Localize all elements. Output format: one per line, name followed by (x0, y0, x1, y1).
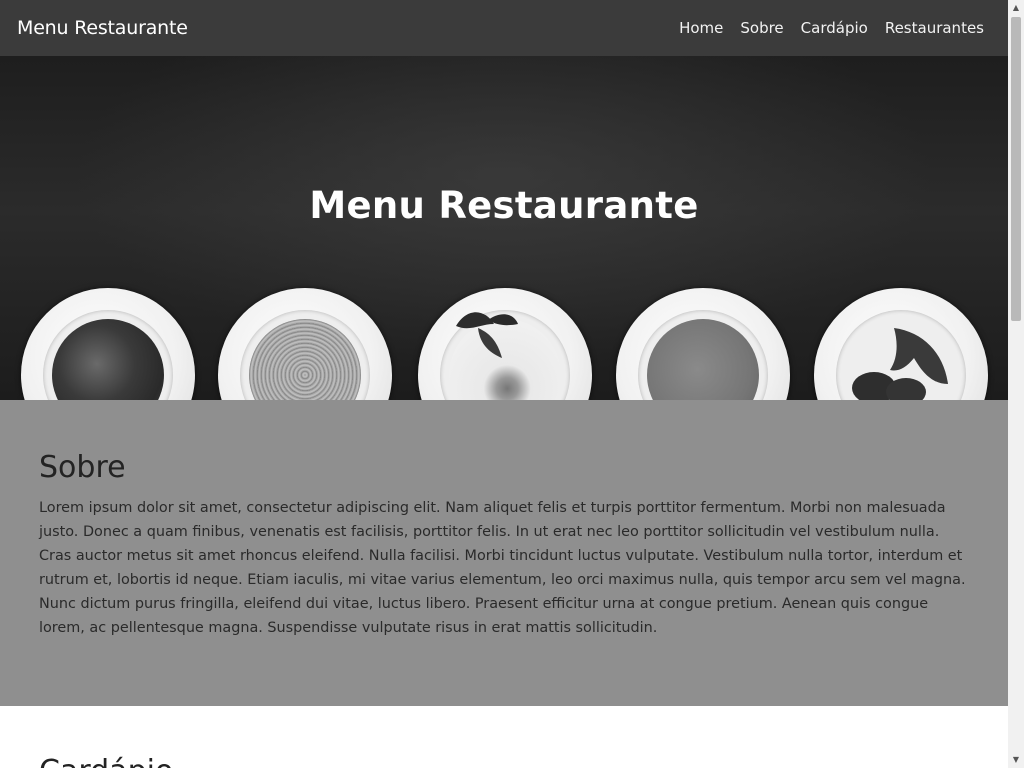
cream-soup-plate-image (616, 288, 790, 400)
croissant-icon (852, 328, 948, 400)
menu-section: Cardápio (0, 706, 1008, 768)
scroll-down-arrow-icon[interactable]: ▼ (1008, 752, 1024, 768)
nav-link-restaurantes[interactable]: Restaurantes (885, 19, 984, 37)
scroll-up-arrow-icon[interactable]: ▲ (1008, 0, 1024, 16)
hero-banner: Menu Restaurante (0, 56, 1008, 400)
nav-link-cardapio[interactable]: Cardápio (801, 19, 868, 37)
herb-garnish-icon (456, 312, 518, 358)
soup-plate-image (21, 288, 195, 400)
egg-herb-plate-image (418, 288, 592, 400)
about-heading: Sobre (39, 450, 126, 485)
nav-link-home[interactable]: Home (679, 19, 723, 37)
brand-link[interactable]: Menu Restaurante (17, 17, 188, 39)
pasta-plate-image (218, 288, 392, 400)
scroll-thumb[interactable] (1011, 17, 1021, 321)
hero-plates (0, 56, 1008, 400)
nav-links: Home Sobre Cardápio Restaurantes (679, 19, 984, 37)
page: Menu Restaurante Home Sobre Cardápio Res… (0, 0, 1008, 768)
croissant-plate-image (814, 288, 988, 400)
vertical-scrollbar[interactable]: ▲ ▼ (1008, 0, 1024, 768)
nav-link-sobre[interactable]: Sobre (740, 19, 783, 37)
menu-heading: Cardápio (39, 754, 173, 768)
about-text: Lorem ipsum dolor sit amet, consectetur … (39, 500, 966, 636)
navbar: Menu Restaurante Home Sobre Cardápio Res… (0, 0, 1008, 56)
about-section: Sobre Lorem ipsum dolor sit amet, consec… (0, 400, 1008, 706)
